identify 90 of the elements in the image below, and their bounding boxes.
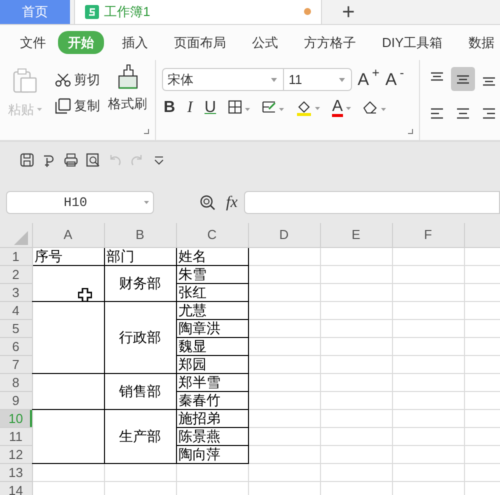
column-header[interactable]: A bbox=[32, 223, 104, 247]
brush-icon bbox=[116, 64, 140, 90]
font-size-dropdown[interactable]: 11 bbox=[284, 68, 352, 92]
column-header[interactable]: B bbox=[104, 223, 176, 247]
column-header[interactable]: C bbox=[176, 223, 248, 247]
copy-icon bbox=[55, 98, 71, 114]
caret-icon bbox=[338, 78, 345, 82]
fx-button[interactable]: fx bbox=[226, 190, 238, 214]
corner-triangle-icon bbox=[14, 230, 28, 245]
formula-field[interactable] bbox=[244, 191, 500, 214]
table-cell: 施招弟 bbox=[176, 409, 248, 427]
menu-tab[interactable]: DIY工具箱 bbox=[374, 30, 451, 54]
align-button[interactable] bbox=[451, 67, 475, 91]
row-header[interactable]: 3 bbox=[0, 283, 32, 301]
table-cell: 姓名 bbox=[176, 247, 248, 265]
caret-icon bbox=[37, 108, 42, 112]
align-icon bbox=[431, 72, 443, 81]
row-header[interactable]: 1 bbox=[0, 247, 32, 265]
borders-icon[interactable] bbox=[228, 100, 250, 116]
zoom-icon[interactable] bbox=[200, 194, 216, 210]
table-cell: 陶向萍 bbox=[176, 445, 248, 463]
print-icon[interactable] bbox=[64, 153, 78, 167]
font-name-dropdown[interactable]: 宋体 bbox=[162, 68, 284, 92]
table-cell: 序号 bbox=[32, 247, 104, 265]
row-header[interactable]: 11 bbox=[0, 427, 32, 445]
name-box[interactable]: H10 bbox=[6, 191, 154, 214]
align-icon bbox=[457, 74, 469, 84]
clipboard-icon bbox=[12, 68, 38, 94]
row-header[interactable]: 5 bbox=[0, 319, 32, 337]
table-cell: 张红 bbox=[176, 283, 248, 301]
menu-tab[interactable]: 插入 bbox=[114, 30, 156, 54]
row-header[interactable]: 8 bbox=[0, 373, 32, 391]
save-icon[interactable] bbox=[20, 153, 34, 167]
table-cell: 郑园 bbox=[176, 355, 248, 373]
bold-button[interactable]: B bbox=[164, 96, 176, 120]
copy-button[interactable]: 复制 bbox=[55, 96, 100, 116]
eraser-icon[interactable] bbox=[362, 100, 387, 116]
align-icon bbox=[483, 77, 495, 86]
align-icon bbox=[431, 108, 443, 118]
format-painter-button[interactable]: 格式刷 bbox=[108, 64, 147, 114]
caret-icon bbox=[144, 201, 149, 204]
row-header[interactable]: 14 bbox=[0, 481, 32, 495]
row-header[interactable]: 12 bbox=[0, 445, 32, 463]
shrink-font-button[interactable]: A$^{-}$ bbox=[385, 67, 404, 92]
table-cell: 生产部 bbox=[104, 409, 176, 463]
workbook-tab[interactable]: 工作簿1 bbox=[74, 0, 322, 24]
menu-tab[interactable]: 方方格子 bbox=[296, 30, 364, 54]
row-header[interactable]: 13 bbox=[0, 463, 32, 481]
table-cell: 郑半雪 bbox=[176, 373, 248, 391]
new-tab-button[interactable]: + bbox=[336, 0, 361, 24]
italic-button[interactable]: I bbox=[187, 96, 193, 120]
print-preview-icon[interactable] bbox=[86, 153, 100, 167]
menu-tab[interactable]: 页面布局 bbox=[166, 30, 234, 54]
column-header[interactable]: D bbox=[248, 223, 320, 247]
table-cell: 销售部 bbox=[104, 373, 176, 409]
column-header[interactable]: F bbox=[392, 223, 464, 247]
align-icon bbox=[483, 108, 495, 118]
launcher-icon[interactable] bbox=[144, 129, 149, 134]
align-icon bbox=[457, 108, 469, 118]
table-cell: 陈景燕 bbox=[176, 427, 248, 445]
row-header[interactable]: 6 bbox=[0, 337, 32, 355]
fill-color-icon[interactable] bbox=[296, 99, 320, 117]
font-color-button[interactable]: A bbox=[332, 99, 351, 117]
row-header[interactable]: 2 bbox=[0, 265, 32, 283]
table-cell: 部门 bbox=[104, 247, 176, 265]
cut-button[interactable]: 剪切 bbox=[55, 70, 100, 90]
home-tab[interactable]: 首页 bbox=[0, 0, 70, 24]
table-cell: 秦春竹 bbox=[176, 391, 248, 409]
table-cell: 魏显 bbox=[176, 337, 248, 355]
table-cell: 陶章洪 bbox=[176, 319, 248, 337]
grow-font-button[interactable]: A$^{+}$ bbox=[358, 67, 380, 92]
caret-icon bbox=[346, 106, 351, 110]
row-header[interactable]: 7 bbox=[0, 355, 32, 373]
launcher-icon[interactable] bbox=[408, 129, 413, 134]
export-icon[interactable] bbox=[42, 153, 56, 167]
row-header[interactable]: 9 bbox=[0, 391, 32, 409]
scissors-icon bbox=[55, 72, 71, 87]
table-cell: 朱雪 bbox=[176, 265, 248, 283]
underline-button[interactable]: U bbox=[204, 96, 216, 120]
caret-icon bbox=[270, 78, 277, 82]
menu-tab[interactable]: 数据 bbox=[460, 30, 500, 54]
table-cell: 尤慧 bbox=[176, 301, 248, 319]
spreadsheet-icon bbox=[85, 4, 99, 18]
row-header[interactable]: 4 bbox=[0, 301, 32, 319]
tab-title: 工作簿1 bbox=[104, 2, 150, 21]
file-menu[interactable]: 文件 bbox=[20, 32, 46, 52]
menu-tab[interactable]: 公式 bbox=[244, 30, 286, 54]
table-cell: 行政部 bbox=[104, 301, 176, 373]
table-cell: 财务部 bbox=[104, 265, 176, 301]
column-header[interactable]: E bbox=[320, 223, 392, 247]
